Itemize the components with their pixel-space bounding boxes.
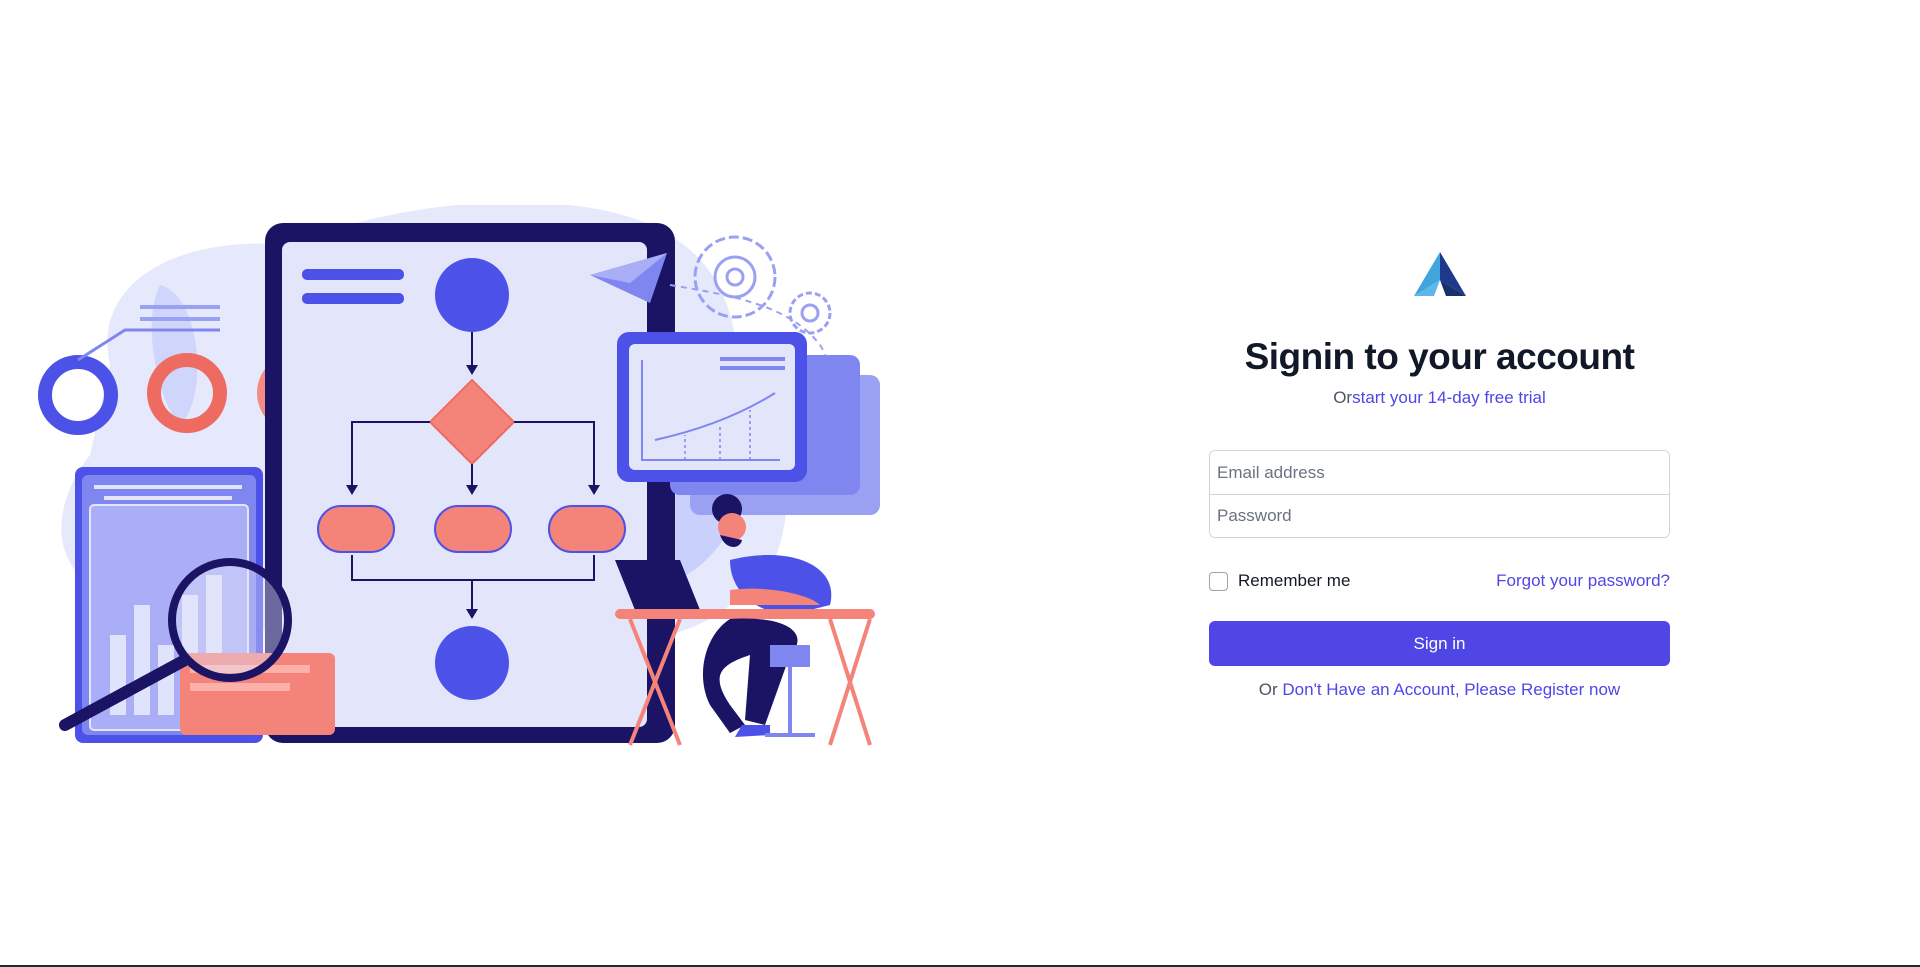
register-prefix: Or: [1258, 680, 1283, 699]
mountain-triangle-logo-icon: [1413, 252, 1466, 296]
subtitle: Orstart your 14-day free trial: [1209, 388, 1670, 408]
email-field[interactable]: [1210, 451, 1669, 494]
signin-form: Signin to your account Orstart your 14-d…: [1209, 250, 1670, 700]
forgot-password-link[interactable]: Forgot your password?: [1496, 571, 1670, 591]
workflow-illustration: [38, 205, 880, 746]
subtitle-prefix: Or: [1333, 388, 1353, 407]
remember-me-label: Remember me: [1238, 571, 1351, 590]
password-field[interactable]: [1210, 494, 1669, 537]
login-page: Signin to your account Orstart your 14-d…: [0, 0, 1920, 965]
remember-me-checkbox[interactable]: [1209, 571, 1228, 591]
options-row: Remember me Forgot your password?: [1209, 571, 1670, 591]
register-line: Or Don't Have an Account, Please Registe…: [1209, 680, 1670, 700]
signin-button[interactable]: Sign in: [1209, 621, 1670, 666]
free-trial-link[interactable]: start your 14-day free trial: [1352, 388, 1546, 407]
page-title: Signin to your account: [1244, 336, 1635, 377]
remember-me[interactable]: Remember me: [1209, 571, 1350, 591]
register-link[interactable]: Don't Have an Account, Please Register n…: [1282, 680, 1620, 699]
credentials-group: [1209, 450, 1670, 538]
